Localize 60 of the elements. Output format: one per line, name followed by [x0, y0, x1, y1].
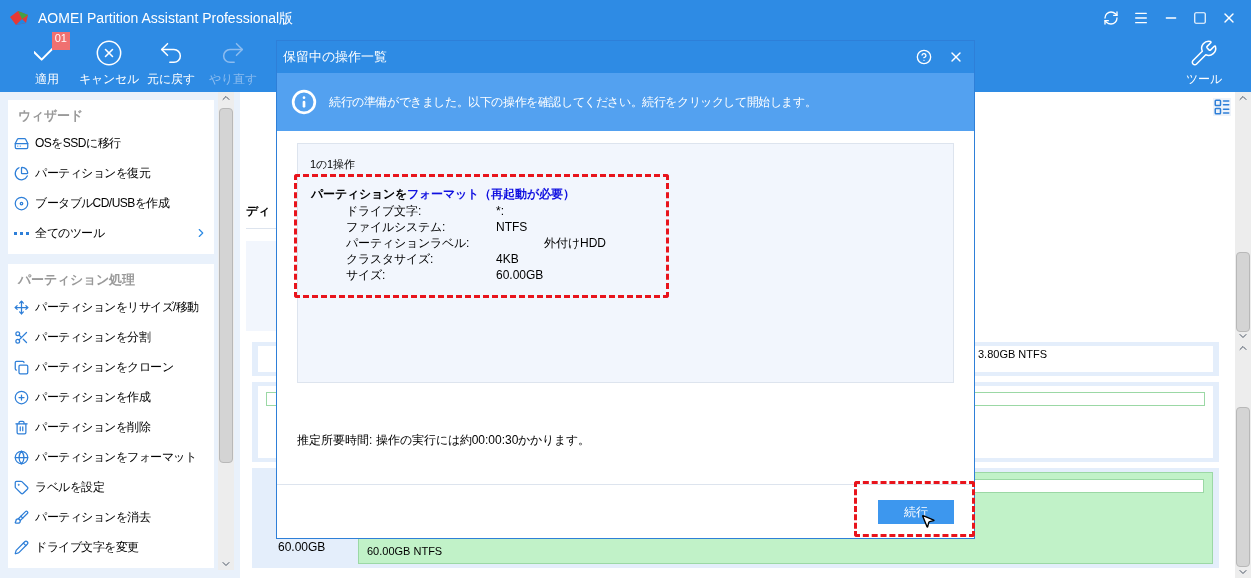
section-heading: ディ	[246, 204, 270, 218]
partition-label: 60.00GB NTFS	[366, 543, 444, 559]
toolbar-button[interactable]: キャンセル	[78, 36, 140, 88]
scrollbar[interactable]	[1235, 342, 1251, 578]
sidebar-item[interactable]: パーティションを削除	[8, 412, 214, 442]
help-icon[interactable]	[916, 49, 932, 65]
logo-icon	[8, 9, 30, 27]
delete-icon	[14, 419, 29, 435]
sidebar-item[interactable]: パーティションをクローン	[8, 352, 214, 382]
detail-value: 外付けHDD	[543, 234, 606, 252]
dialog-title: 保留中の操作一覧	[283, 48, 387, 67]
sidebar-section-title: ウィザード	[17, 107, 84, 125]
detail-label: ドライブ文字:	[346, 202, 423, 220]
sidebar-item[interactable]: ブータブルCD/USBを作成	[8, 188, 214, 218]
sidebar-item[interactable]: ラベルを設定	[8, 472, 214, 502]
detail-value: 60.00GB	[496, 266, 544, 284]
maximize-icon[interactable]	[1193, 11, 1207, 25]
detail-value: NTFS	[496, 218, 528, 236]
sidebar-item[interactable]: パーティションをフォーマット	[8, 442, 214, 472]
sidebar-item[interactable]: パーティションを消去	[8, 502, 214, 532]
sidebar-section-title: パーティション処理	[16, 271, 136, 289]
sidebar-item[interactable]: パーティションをリサイズ/移動	[8, 292, 214, 322]
operation-title: パーティションをフォーマット（再起動が必要）	[311, 185, 576, 203]
view-toggle-icon[interactable]	[1213, 98, 1231, 116]
info-message: 続行の準備ができました。以下の操作を確認してください。続行をクリックして開始します。	[329, 94, 817, 111]
scroll-thumb[interactable]	[1236, 407, 1250, 567]
detail-label: パーティションラベル:	[346, 234, 471, 252]
scrollbar[interactable]	[1235, 92, 1251, 342]
disk-size: 60.00GB	[277, 539, 327, 556]
detail-value: *:	[496, 202, 504, 220]
operation-count: 1の1操作	[310, 157, 357, 172]
scroll-thumb[interactable]	[1236, 252, 1250, 332]
sidebar-item[interactable]: OSをSSDに移行	[8, 128, 214, 158]
detail-value: 4KB	[496, 250, 519, 268]
tag-icon	[14, 479, 29, 495]
toolbar-button[interactable]: 元に戻す	[140, 36, 202, 88]
estimated-time: 推定所要時間: 操作の実行には約00:00:30かかります。	[297, 432, 592, 449]
pie-icon	[14, 165, 29, 181]
sidebar-item[interactable]: パーティションを復元	[8, 158, 214, 188]
count-badge: 01	[51, 32, 70, 50]
more-icon	[14, 231, 29, 235]
detail-label: ファイルシステム:	[346, 218, 447, 236]
menu-icon[interactable]	[1133, 10, 1149, 26]
partition-label: 3.80GB NTFS	[977, 347, 1049, 362]
refresh-icon[interactable]	[1103, 10, 1119, 26]
drive-icon	[14, 135, 29, 151]
cancel-icon	[95, 39, 123, 67]
sidebar-item[interactable]: ドライブ文字を変更	[8, 532, 214, 562]
info-icon	[291, 89, 317, 115]
toolbar-button[interactable]: ツール	[1173, 36, 1235, 88]
scrollbar[interactable]	[218, 92, 234, 570]
tools-icon	[1190, 39, 1218, 67]
scroll-thumb[interactable]	[219, 108, 233, 463]
create-icon	[14, 389, 29, 405]
detail-label: クラスタサイズ:	[346, 250, 435, 268]
sidebar-item[interactable]: パーティションを分割	[8, 322, 214, 352]
sidebar-item[interactable]: パーティションを作成	[8, 382, 214, 412]
sidebar-item[interactable]: 全てのツール	[8, 218, 214, 248]
window-title: AOMEI Partition Assistant Professional版	[38, 8, 294, 28]
detail-label: サイズ:	[346, 266, 387, 284]
